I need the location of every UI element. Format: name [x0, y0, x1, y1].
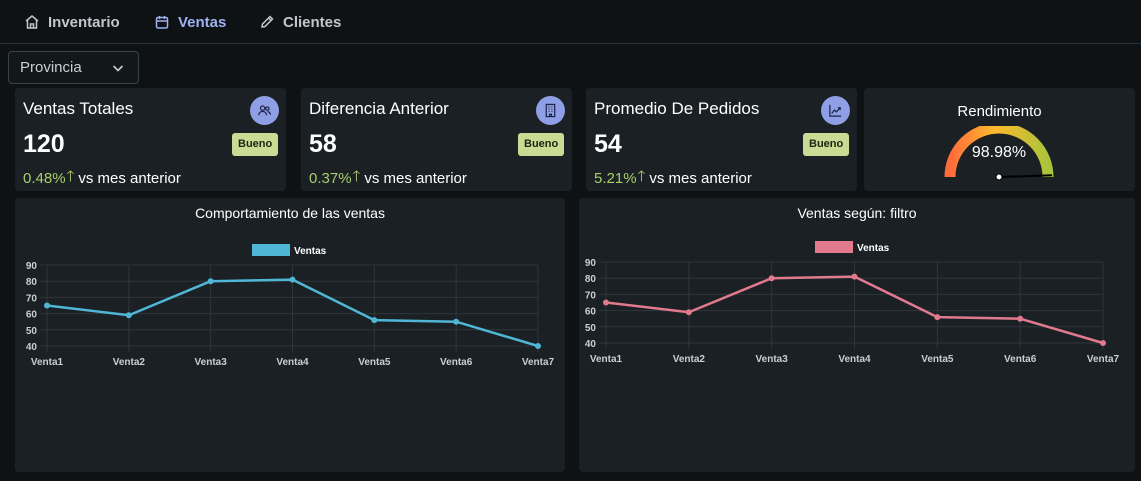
chart-title: Ventas según: filtro — [797, 205, 916, 221]
data-point — [44, 302, 50, 309]
trend-text: vs mes anterior — [78, 170, 181, 187]
x-tick-label: Venta3 — [195, 357, 228, 368]
x-tick-label: Venta6 — [440, 357, 473, 368]
x-tick-label: Venta3 — [756, 354, 789, 365]
data-point — [289, 276, 296, 283]
nav-item-label: Clientes — [283, 13, 342, 31]
card-title: Diferencia Anterior — [309, 99, 449, 118]
status-badge: Bueno — [232, 133, 279, 156]
data-point — [1100, 340, 1106, 346]
pencil-icon — [261, 15, 274, 28]
card-value: 54 — [594, 130, 622, 158]
legend-label: Ventas — [857, 243, 890, 254]
arrow-up-icon: 🡑 — [352, 168, 361, 185]
data-point — [453, 318, 460, 325]
chart-panel-comportamiento: Comportamiento de las ventas Ventas 40 50 60… — [15, 198, 565, 472]
kpi-card-ventas-totales: Ventas Totales 120 Bueno 0.48% 🡑 vs mes … — [15, 88, 286, 191]
arrow-up-icon: 🡑 — [637, 168, 646, 185]
legend-label: Ventas — [294, 246, 327, 257]
y-tick-label: 80 — [585, 274, 597, 285]
x-tick-label: Venta1 — [31, 357, 64, 368]
card-value: 120 — [23, 130, 65, 158]
x-tick-label: Venta5 — [358, 357, 391, 368]
x-tick-label: Venta6 — [1004, 354, 1037, 365]
chart-title: Comportamiento de las ventas — [195, 205, 385, 221]
y-tick-label: 40 — [26, 342, 38, 353]
nav-item-label: Ventas — [178, 13, 227, 31]
card-title: Ventas Totales — [23, 99, 134, 118]
line-chart-comportamiento: Comportamiento de las ventas Ventas 40 50 60… — [26, 205, 555, 368]
arrow-up-icon: 🡑 — [66, 168, 75, 185]
data-point — [371, 317, 378, 324]
trending-up-icon — [821, 96, 850, 125]
x-tick-label: Venta2 — [113, 357, 146, 368]
status-badge: Bueno — [518, 133, 565, 156]
data-point — [535, 343, 541, 349]
provincia-filter-select[interactable]: Provincia — [8, 51, 139, 84]
gauge-value: 98.98% — [972, 144, 1026, 161]
y-tick-label: 80 — [26, 277, 38, 288]
kpi-card-diferencia-anterior: Diferencia Anterior 58 Bueno 0.37% 🡑 vs … — [301, 88, 572, 191]
x-tick-label: Venta7 — [1087, 354, 1120, 365]
trend-percent: 0.48% — [23, 170, 66, 187]
y-tick-label: 70 — [585, 290, 597, 301]
calendar-icon — [155, 16, 169, 29]
kpi-card-promedio-de-pedidos: Promedio De Pedidos 54 Bueno 5.21% 🡑 vs … — [586, 88, 857, 191]
top-nav: Inventario Ventas Clientes — [0, 0, 1141, 44]
gauge-needle-hub — [995, 173, 1003, 181]
data-point — [685, 309, 692, 316]
nav-item-ventas[interactable]: Ventas — [154, 11, 226, 33]
nav-item-clientes[interactable]: Clientes — [259, 11, 341, 33]
card-trend: 0.48% 🡑 vs mes anterior — [23, 166, 181, 191]
data-point — [1017, 315, 1024, 322]
performance-card: Rendimiento 98.98% — [864, 88, 1135, 191]
data-point — [603, 299, 609, 306]
y-tick-label: 50 — [585, 323, 597, 334]
x-tick-label: Venta5 — [921, 354, 954, 365]
y-tick-label: 60 — [585, 307, 597, 318]
y-tick-label: 70 — [26, 293, 38, 304]
trend-percent: 5.21% — [594, 170, 637, 187]
y-tick-label: 90 — [26, 261, 38, 272]
y-tick-label: 50 — [26, 326, 38, 337]
data-point — [934, 314, 941, 321]
chart-panel-filtro: Ventas según: filtro Ventas 40 50 60 70 80 90 Ve… — [579, 198, 1135, 472]
card-trend: 0.37% 🡑 vs mes anterior — [309, 166, 467, 191]
home-icon — [25, 15, 39, 29]
chevron-down-icon — [112, 65, 124, 72]
line-chart-filtro: Ventas según: filtro Ventas 40 50 60 70 80 90 Ve… — [585, 205, 1120, 365]
performance-title: Rendimiento — [957, 103, 1042, 120]
users-icon — [250, 96, 279, 125]
x-tick-label: Venta4 — [276, 357, 309, 368]
legend-swatch — [252, 244, 290, 256]
data-point — [207, 278, 214, 285]
x-tick-label: Venta1 — [590, 354, 623, 365]
performance-gauge: 98.98% — [944, 126, 1054, 181]
y-tick-label: 90 — [585, 258, 597, 269]
card-value: 58 — [309, 130, 337, 158]
data-point — [125, 312, 132, 319]
data-point — [851, 273, 858, 280]
y-tick-label: 40 — [585, 339, 597, 350]
card-trend: 5.21% 🡑 vs mes anterior — [594, 166, 752, 191]
trend-percent: 0.37% — [309, 170, 352, 187]
nav-item-label: Inventario — [48, 13, 120, 31]
filter-selected-label: Provincia — [20, 59, 82, 76]
data-point — [768, 275, 775, 282]
x-tick-label: Venta7 — [522, 357, 555, 368]
legend-swatch — [815, 241, 853, 253]
x-tick-label: Venta4 — [838, 354, 871, 365]
building-icon — [536, 96, 565, 125]
card-title: Promedio De Pedidos — [594, 99, 760, 118]
status-badge: Bueno — [803, 133, 850, 156]
trend-text: vs mes anterior — [364, 170, 467, 187]
trend-text: vs mes anterior — [649, 170, 752, 187]
y-tick-label: 60 — [26, 310, 38, 321]
x-tick-label: Venta2 — [673, 354, 706, 365]
nav-item-inventario[interactable]: Inventario — [24, 11, 120, 33]
